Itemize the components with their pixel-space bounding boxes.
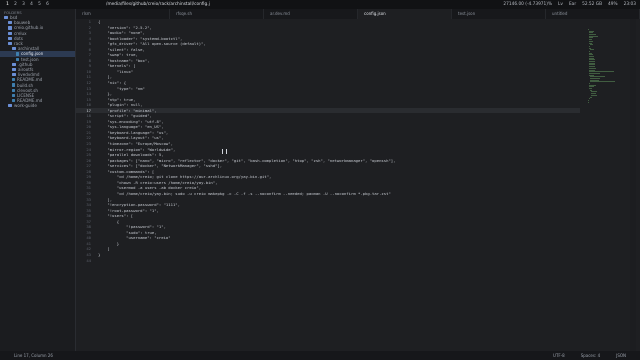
status-bar: Line 17, Column 26 UTF-8 Spaces: 4 JSON: [0, 351, 640, 360]
folder-icon: [8, 26, 12, 30]
file-icon: [16, 52, 19, 56]
editor-tab[interactable]: ar.dev.md: [264, 9, 358, 19]
encoding-indicator[interactable]: UTF-8: [553, 351, 565, 360]
folder-icon: [8, 21, 12, 25]
editor-window: FOLDERS bsd bauweb creio.github.io crelux do…: [0, 9, 640, 360]
indent-indicator[interactable]: Spaces: 4: [581, 351, 600, 360]
cursor-position[interactable]: Line 17, Column 26: [0, 351, 53, 360]
workspace-button[interactable]: 6: [45, 2, 50, 7]
workspace-button[interactable]: 5: [37, 2, 42, 7]
minimap-line: [590, 44, 593, 46]
minimap-line: [589, 98, 590, 100]
minimap-line: [590, 96, 592, 98]
file-icon: [12, 93, 15, 97]
text-cursor: [222, 149, 227, 154]
minimap-line: [588, 101, 589, 103]
system-stat: 49%: [608, 2, 618, 7]
file-icon: [12, 88, 15, 92]
system-stat: 52.52 GB: [582, 2, 603, 7]
file-icon: [12, 99, 15, 103]
file-icon: [16, 57, 19, 61]
folder-icon: [8, 41, 12, 46]
folder-icon: [12, 67, 16, 72]
system-stat: 23:03: [623, 2, 636, 7]
sidebar-folder[interactable]: work-guide: [0, 103, 75, 108]
editor-tab[interactable]: untitled: [546, 9, 640, 19]
system-stats: 27146.00 (-4.73971)% Lv Ear 52.52 GB 49% 23:0…: [503, 2, 640, 7]
tab-bar: rlsm rfsqe.sh ar.dev.md config.json test.jso…: [76, 9, 640, 19]
line-number: 44: [86, 257, 91, 263]
editor-tab[interactable]: test.json: [452, 9, 546, 19]
system-stat: Ear: [568, 2, 577, 7]
folder-icon: [8, 104, 12, 108]
workspace-button[interactable]: 4: [29, 2, 34, 7]
file-icon: [12, 78, 15, 82]
editor-tab[interactable]: config.json: [358, 9, 452, 19]
system-stat: Lv: [558, 2, 563, 7]
workspace-button[interactable]: 2: [13, 2, 18, 7]
minimap-line: [590, 49, 594, 51]
workspace-button[interactable]: 1: [5, 2, 10, 7]
folder-icon: [12, 73, 16, 77]
vertical-scrollbar[interactable]: [630, 19, 636, 351]
folder-icon: [12, 62, 16, 66]
sidebar-item-label: work-guide: [14, 103, 37, 109]
folder-icon: [8, 36, 12, 40]
workspace-button[interactable]: 3: [21, 2, 26, 7]
window-title: /media/files/github/creio/rack/archinsta…: [106, 2, 210, 7]
folder-icon: [4, 16, 8, 20]
minimap-line: [590, 81, 615, 83]
folder-icon: [12, 47, 16, 51]
editor-tab[interactable]: rlsm: [76, 9, 170, 19]
code-line[interactable]: 44: [76, 258, 580, 264]
minimap-line: [591, 94, 598, 96]
editor-tab[interactable]: rfsqe.sh: [170, 9, 264, 19]
code-editor[interactable]: 1{2 "version": "2.5.2", 3 "audio": "none"…: [76, 19, 580, 351]
workspace-switcher[interactable]: 123456: [0, 2, 50, 7]
syntax-indicator[interactable]: JSON: [616, 351, 626, 360]
folder-icon: [8, 31, 12, 35]
minimap[interactable]: [588, 29, 616, 103]
system-top-bar: 123456 /media/files/github/creio/rack/ar…: [0, 0, 640, 9]
file-icon: [12, 83, 15, 87]
file-sidebar: FOLDERS bsd bauweb creio.github.io crelux do…: [0, 9, 76, 351]
system-stat: 27146.00 (-4.73971)%: [503, 2, 553, 7]
